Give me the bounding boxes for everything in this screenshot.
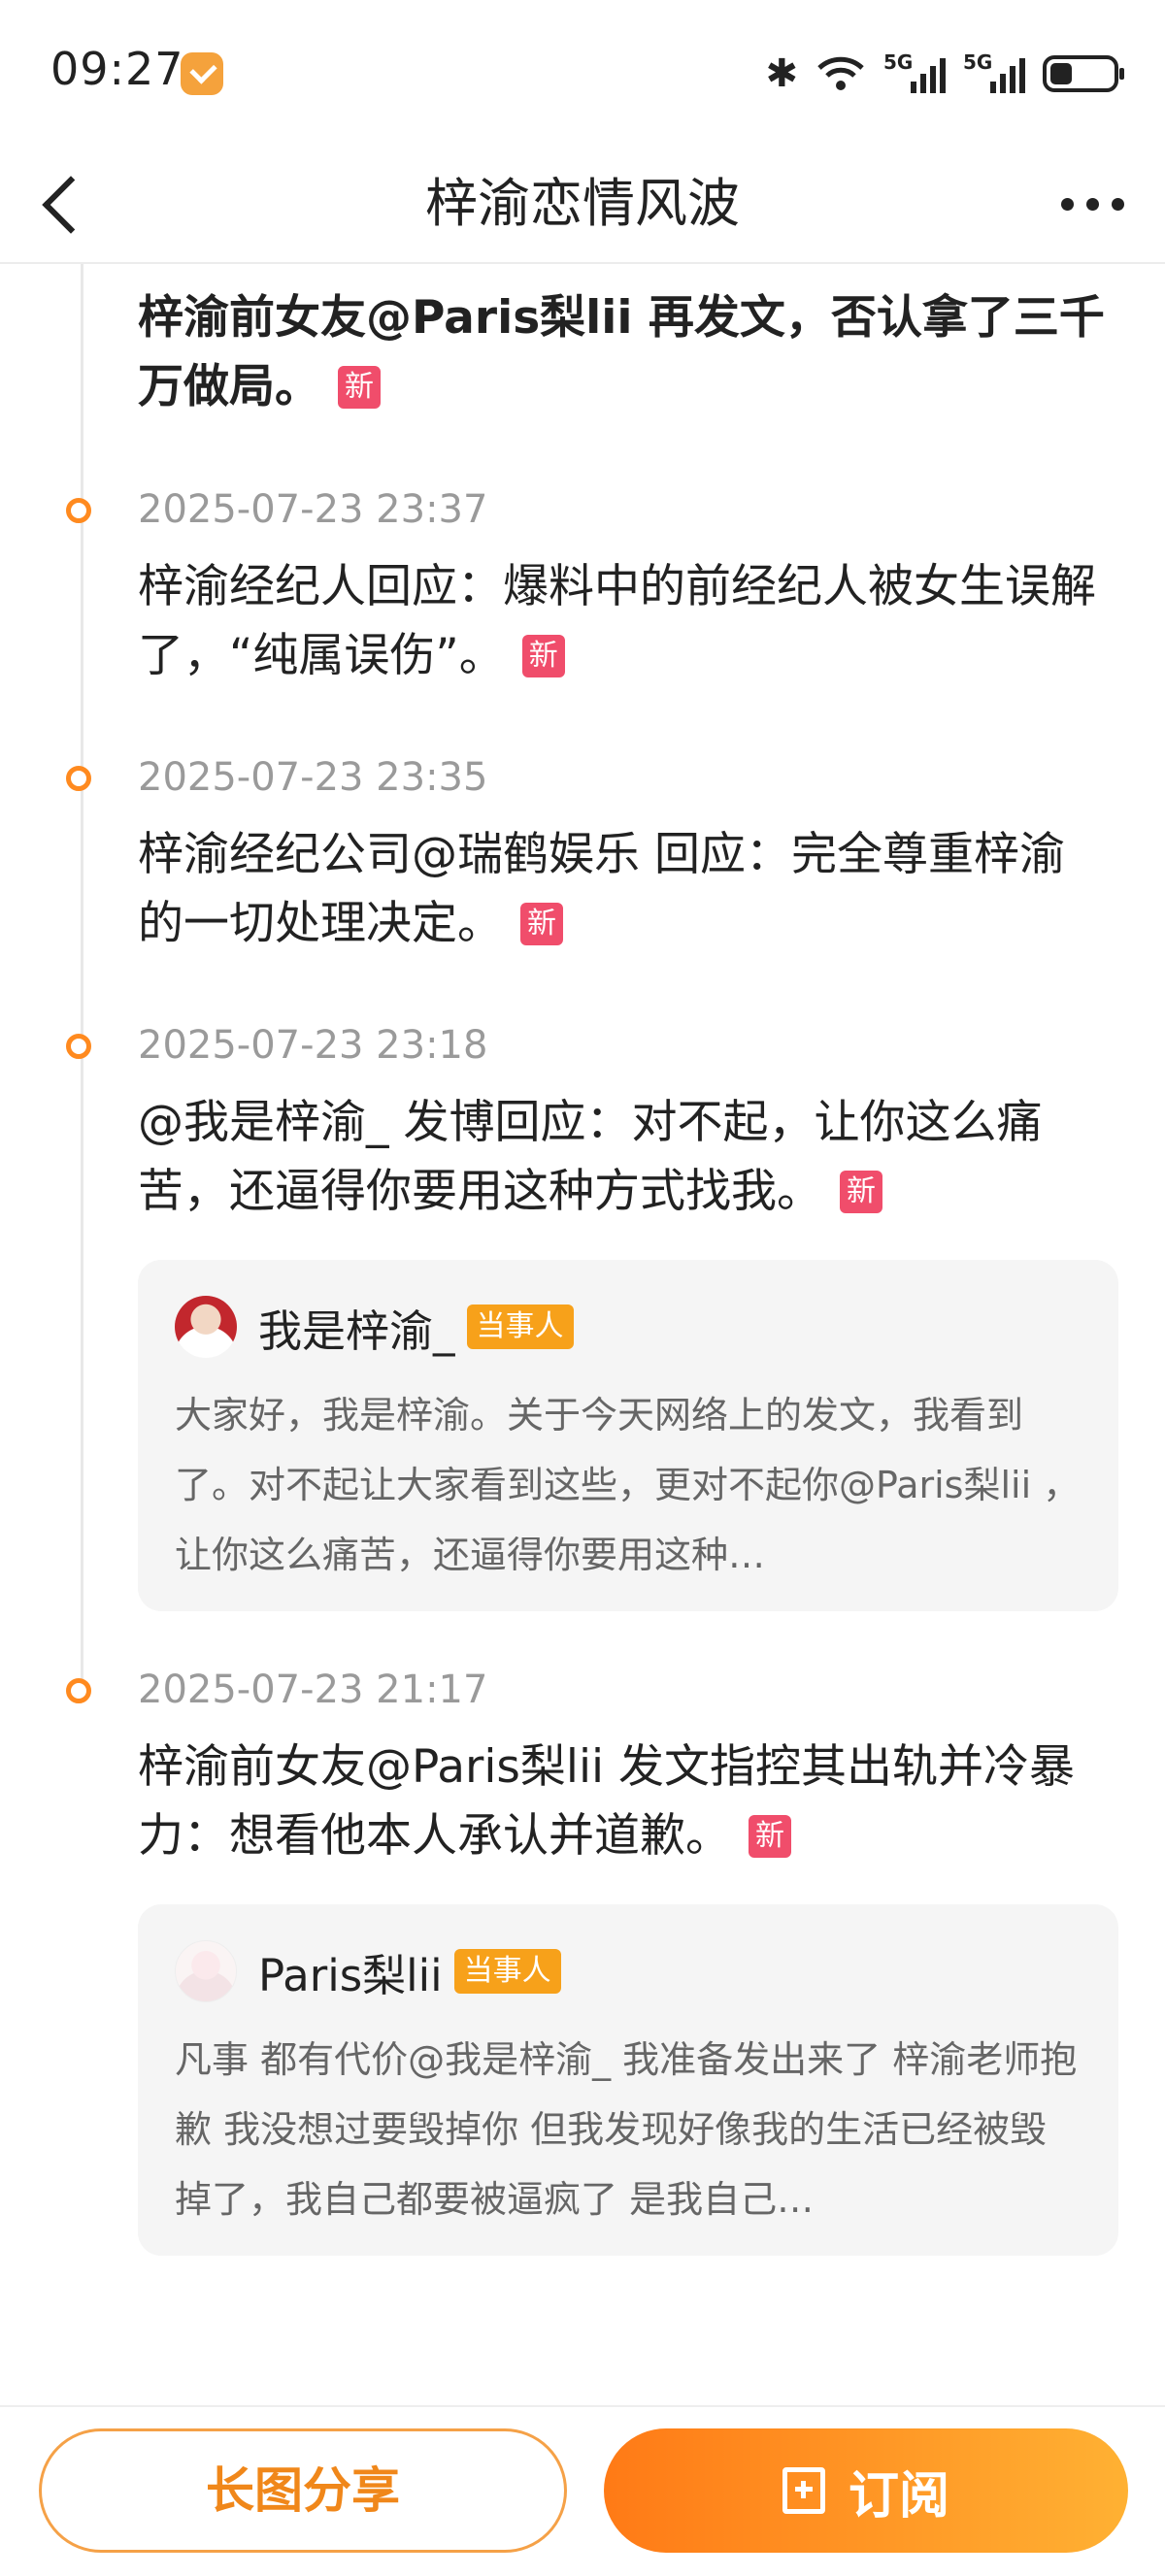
new-badge: 新: [521, 635, 565, 677]
party-badge: 当事人: [466, 1305, 574, 1349]
subscribe-plus-icon: [782, 2467, 825, 2514]
subscribe-button[interactable]: 订阅: [604, 2428, 1128, 2553]
quote-card[interactable]: 我是梓渝_ 当事人 大家好，我是梓渝。关于今天网络上的发文，我看到了。对不起让大…: [138, 1260, 1118, 1611]
timeline-dot: [66, 766, 91, 791]
party-badge: 当事人: [453, 1949, 561, 1994]
security-shield-icon: [181, 52, 223, 95]
timeline-dot: [66, 498, 91, 523]
timeline-line: [81, 264, 83, 1681]
status-bar: 09:27 ✱ 5G 5G: [0, 0, 1165, 146]
nav-bar: 梓渝恋情风波: [0, 146, 1165, 264]
timeline-headline[interactable]: 梓渝经纪人回应：爆料中的前经纪人被女生误解了，“纯属误伤”。新: [138, 552, 1109, 690]
page-title: 梓渝恋情风波: [425, 173, 740, 234]
timeline-date: 2025-07-23 23:18: [138, 1023, 488, 1068]
new-badge: 新: [840, 1171, 882, 1213]
avatar[interactable]: [175, 1296, 237, 1358]
quote-card-header: 我是梓渝_ 当事人: [175, 1293, 1083, 1361]
timeline-dot: [66, 1678, 91, 1703]
quote-card[interactable]: Paris梨lii 当事人 凡事 都有代价@我是梓渝_ 我准备发出来了 梓渝老师…: [138, 1904, 1118, 2256]
new-badge: 新: [749, 1815, 791, 1858]
new-badge: 新: [338, 366, 381, 409]
new-badge: 新: [520, 903, 563, 945]
status-time: 09:27: [50, 43, 184, 95]
timeline-dot: [66, 1034, 91, 1059]
more-options-icon[interactable]: [1050, 175, 1134, 233]
quote-author-name[interactable]: 我是梓渝_: [258, 1296, 455, 1359]
subscribe-label: 订阅: [848, 2466, 949, 2526]
avatar[interactable]: [175, 1940, 237, 2002]
timeline-date: 2025-07-23 21:17: [138, 1668, 488, 1712]
signal-icon-1: 5G: [883, 50, 946, 93]
back-chevron-icon[interactable]: [29, 163, 107, 241]
timeline-headline[interactable]: 梓渝经纪公司@瑞鹤娱乐 回应：完全尊重梓渝的一切处理决定。新: [138, 820, 1109, 958]
timeline-date: 2025-07-23 23:37: [138, 487, 488, 532]
battery-icon: [1043, 55, 1124, 92]
quote-author-name[interactable]: Paris梨lii: [258, 1940, 443, 2003]
timeline-headline[interactable]: 梓渝前女友@Paris梨lii 再发文，否认拿了三千万做局。新: [138, 283, 1109, 421]
bluetooth-icon: ✱: [765, 51, 798, 96]
signal-icon-2: 5G: [963, 50, 1025, 93]
timeline-headline[interactable]: 梓渝前女友@Paris梨lii 发文指控其出轨并冷暴力：想看他本人承认并道歉。新: [138, 1733, 1109, 1870]
status-icons: ✱ 5G 5G: [765, 47, 1124, 101]
quote-text: 凡事 都有代价@我是梓渝_ 我准备发出来了 梓渝老师抱歉 我没想过要毁掉你 但我…: [175, 2038, 1078, 2221]
quote-text: 大家好，我是梓渝。关于今天网络上的发文，我看到了。对不起让大家看到这些，更对不起…: [175, 1394, 1081, 1576]
long-image-share-button[interactable]: 长图分享: [39, 2428, 567, 2553]
timeline-date: 2025-07-23 23:35: [138, 755, 488, 800]
bottom-action-bar: 长图分享 订阅: [0, 2405, 1165, 2576]
quote-card-header: Paris梨lii 当事人: [175, 1937, 1083, 2005]
timeline-headline[interactable]: @我是梓渝_ 发博回应：对不起，让你这么痛苦，还逼得你要用这种方式找我。新: [138, 1088, 1109, 1226]
wifi-icon: [817, 56, 864, 90]
